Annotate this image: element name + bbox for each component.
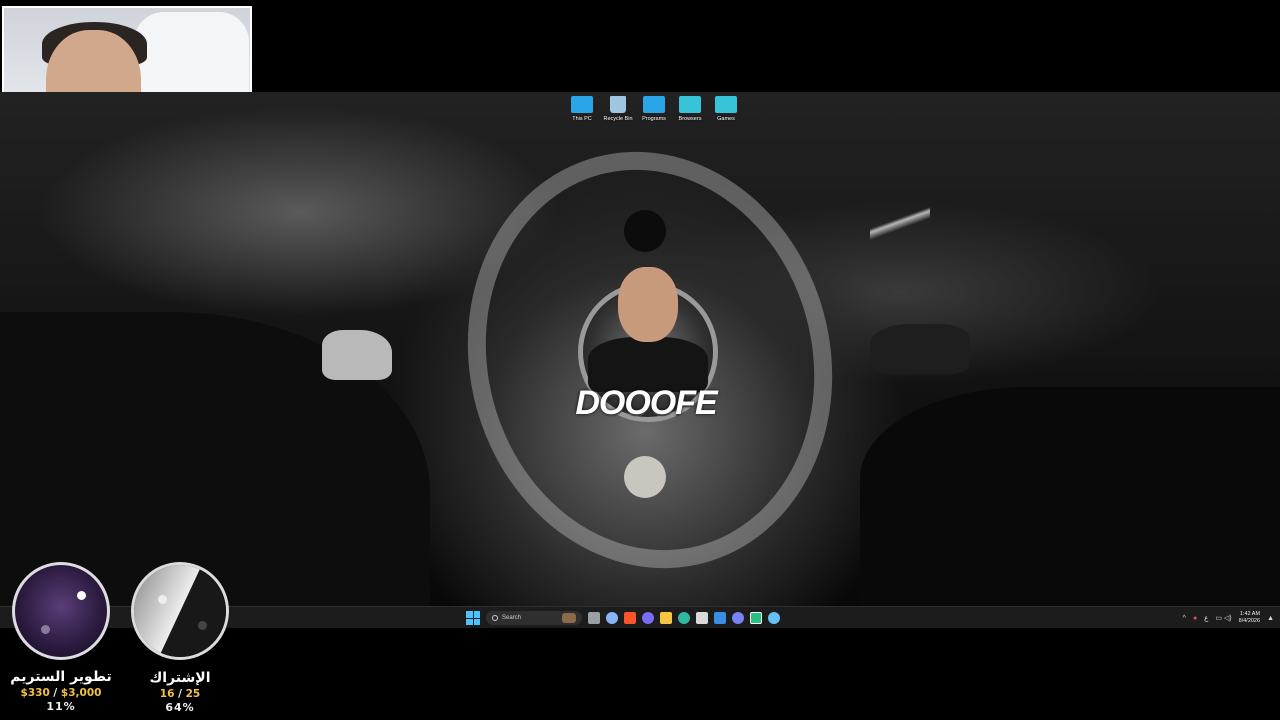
subscription-goal-title: الإشتراك (149, 670, 211, 686)
taskbar-center: Search (466, 609, 780, 627)
yin-yang-light-dot (624, 456, 666, 498)
desktop-wallpaper[interactable]: DOOOFE (0, 92, 1280, 606)
subscription-goal-current: 16 (159, 688, 175, 700)
yin-yang-dark-dot-icon (41, 625, 50, 634)
system-tray: ^ ● ع ▭ ◁) 1:42 AM 8/4/2026 ▲ (1183, 610, 1274, 626)
show-hidden-icons-chevron[interactable]: ^ (1183, 615, 1186, 622)
stream-goal-percent: 11% (46, 700, 76, 713)
search-icon (492, 615, 498, 621)
wallpaper-lightning (870, 152, 930, 322)
store-icon[interactable] (696, 612, 708, 624)
notification-bell-icon[interactable]: ▲ (1267, 615, 1274, 622)
subscription-goal-orb (131, 562, 229, 660)
wallpaper-wolf (870, 324, 970, 374)
monitor-icon (571, 96, 593, 113)
clock-time: 1:42 AM (1239, 611, 1261, 617)
streamer-logo-face (618, 267, 678, 342)
brave-browser-icon[interactable] (624, 612, 636, 624)
stream-goal-progress: $330 / $3,000 (1, 687, 121, 699)
stream-goal-orb (12, 562, 110, 660)
desktop-icon-label: Programs (642, 116, 666, 122)
desktop-icon-label: Recycle Bin (603, 116, 633, 122)
desktop-icon-this-pc[interactable]: This PC (566, 96, 598, 122)
subscription-goal-percent: 64% (165, 701, 195, 714)
search-highlight-icon (562, 613, 576, 623)
taskbar-clock[interactable]: 1:42 AM 8/4/2026 (1239, 611, 1260, 625)
desktop-icon-browsers[interactable]: Browsers (674, 96, 706, 122)
recycle-bin-icon (610, 96, 626, 113)
desktop-icon-programs[interactable]: Programs (638, 96, 670, 122)
subscription-goal-target: 25 (185, 688, 201, 700)
yin-yang-icon (134, 565, 226, 657)
input-language-indicator[interactable]: ع (1204, 614, 1208, 622)
mail-icon[interactable] (714, 612, 726, 624)
settings-icon[interactable] (606, 612, 618, 624)
folder-icon (643, 96, 665, 113)
clock-date: 8/4/2026 (1238, 618, 1261, 624)
desktop-icon-games[interactable]: Games (710, 96, 742, 122)
folder-icon (679, 96, 701, 113)
stream-goal-target: $3,000 (60, 687, 102, 699)
media-app-icon[interactable] (750, 612, 762, 624)
network-volume-icon[interactable]: ▭ ◁) (1215, 614, 1231, 622)
windows-start-icon[interactable] (466, 611, 480, 625)
desktop-icon-label: This PC (572, 116, 592, 122)
microphone-icon[interactable]: ● (1193, 615, 1197, 622)
file-explorer-icon[interactable] (660, 612, 672, 624)
copilot-icon[interactable] (642, 612, 654, 624)
desktop-icons: This PC Recycle Bin Programs Browsers Ga… (566, 96, 742, 122)
task-view-icon[interactable] (588, 612, 600, 624)
stream-goal-caption: تطوير الستريم $330 / $3,000 11% (1, 669, 121, 713)
taskbar-search[interactable]: Search (486, 611, 582, 625)
yin-yang-light-dot-icon (158, 595, 167, 604)
folder-icon (715, 96, 737, 113)
discord-icon[interactable] (732, 612, 744, 624)
desktop-icon-label: Browsers (678, 116, 702, 122)
yin-yang-light-dot-icon (77, 591, 86, 600)
streamer-logo-text: DOOOFE (575, 384, 717, 422)
subscription-goal-caption: الإشتراك 16 / 25 64% (120, 670, 240, 714)
stream-goal-separator: / (53, 687, 58, 699)
yin-yang-dark-dot (624, 210, 666, 252)
desktop-icon-recycle-bin[interactable]: Recycle Bin (602, 96, 634, 122)
edge-browser-icon[interactable] (678, 612, 690, 624)
stream-goal-title: تطوير الستريم (10, 669, 112, 685)
subscription-goal-progress: 16 / 25 (120, 688, 240, 700)
search-label: Search (502, 615, 522, 621)
yin-yang-dark-dot-icon (198, 621, 207, 630)
subscription-goal-separator: / (178, 688, 182, 700)
desktop-icon-label: Games (717, 116, 735, 122)
stream-goal-current: $330 (20, 687, 50, 699)
wallpaper-cliff-right (860, 387, 1280, 606)
wallpaper-tiger (322, 330, 392, 380)
steam-icon[interactable] (768, 612, 780, 624)
